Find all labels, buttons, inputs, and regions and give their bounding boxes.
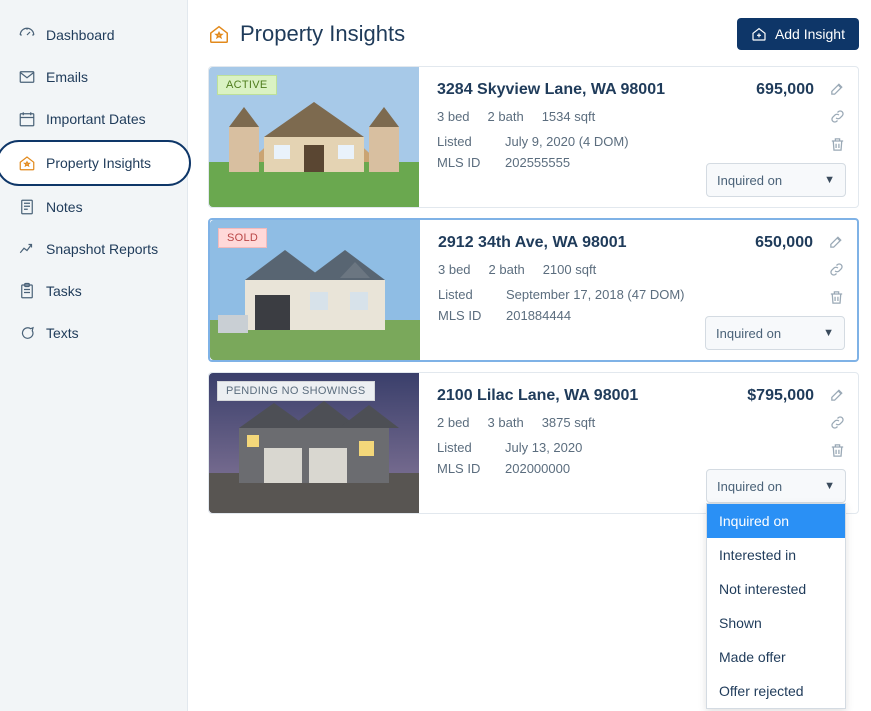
dropdown-option[interactable]: Interested in [707,538,845,572]
dropdown-option[interactable]: Not interested [707,572,845,606]
dropdown-option[interactable]: Shown [707,606,845,640]
edit-icon[interactable] [828,385,846,403]
edit-icon[interactable] [827,232,845,250]
bath-count: 3 bath [488,415,524,430]
sidebar-item-label: Important Dates [46,111,146,127]
listed-value: September 17, 2018 (47 DOM) [506,287,843,302]
sidebar: Dashboard Emails Important Dates Propert… [0,0,188,711]
property-photo: PENDING NO SHOWINGS [209,373,419,513]
bed-count: 3 bed [437,109,470,124]
page-title: Property Insights [240,21,405,47]
property-card[interactable]: PENDING NO SHOWINGS 2100 Lilac Lane, WA … [208,372,859,514]
select-value: Inquired on [717,173,782,188]
dropdown-option[interactable]: Made offer [707,640,845,674]
clipboard-icon [18,282,36,300]
house-plus-icon [751,26,767,42]
sqft: 2100 sqft [543,262,597,277]
sidebar-item-texts[interactable]: Texts [0,312,187,354]
mail-icon [18,68,36,86]
sidebar-item-important-dates[interactable]: Important Dates [0,98,187,140]
property-address: 2912 34th Ave, WA 98001 [438,234,627,252]
link-icon[interactable] [828,107,846,125]
bath-count: 2 bath [488,109,524,124]
sidebar-item-label: Tasks [46,283,82,299]
sidebar-item-label: Snapshot Reports [46,241,158,257]
listed-label: Listed [438,287,498,302]
status-select[interactable]: Inquired on ▼ [706,469,846,503]
sidebar-item-tasks[interactable]: Tasks [0,270,187,312]
sidebar-item-label: Dashboard [46,27,115,43]
sidebar-item-label: Notes [46,199,83,215]
chart-icon [18,240,36,258]
chevron-down-icon: ▼ [824,174,835,186]
status-select[interactable]: Inquired on ▼ [706,163,846,197]
dashboard-icon [18,26,36,44]
bed-count: 2 bed [437,415,470,430]
calendar-icon [18,110,36,128]
listed-label: Listed [437,134,497,149]
property-address: 2100 Lilac Lane, WA 98001 [437,387,638,405]
edit-icon[interactable] [828,79,846,97]
dropdown-option[interactable]: Inquired on [707,504,845,538]
link-icon[interactable] [828,413,846,431]
listed-value: July 13, 2020 [505,440,844,455]
header: Property Insights Add Insight [208,18,859,50]
status-dropdown[interactable]: Inquired on Interested in Not interested… [706,503,846,709]
trash-icon[interactable] [828,135,846,153]
status-badge: PENDING NO SHOWINGS [217,381,375,401]
note-icon [18,198,36,216]
sidebar-item-notes[interactable]: Notes [0,186,187,228]
sqft: 1534 sqft [542,109,596,124]
trash-icon[interactable] [828,441,846,459]
chevron-down-icon: ▼ [824,480,835,492]
mls-label: MLS ID [437,155,497,170]
sidebar-item-property-insights[interactable]: Property Insights [0,140,191,186]
chevron-down-icon: ▼ [823,327,834,339]
property-photo: SOLD [210,220,420,360]
sidebar-item-dashboard[interactable]: Dashboard [0,14,187,56]
property-card[interactable]: ACTIVE 3284 Skyview Lane, WA 98001 695,0… [208,66,859,208]
house-star-icon [18,154,36,172]
bed-count: 3 bed [438,262,471,277]
add-insight-label: Add Insight [775,26,845,42]
property-card[interactable]: SOLD 2912 34th Ave, WA 98001 650,000 3 b… [208,218,859,362]
listed-label: Listed [437,440,497,455]
trash-icon[interactable] [827,288,845,306]
select-value: Inquired on [716,326,781,341]
status-badge: SOLD [218,228,267,248]
add-insight-button[interactable]: Add Insight [737,18,859,50]
link-icon[interactable] [827,260,845,278]
sidebar-item-emails[interactable]: Emails [0,56,187,98]
status-badge: ACTIVE [217,75,277,95]
house-star-icon [208,23,230,45]
sidebar-item-snapshot-reports[interactable]: Snapshot Reports [0,228,187,270]
chat-icon [18,324,36,342]
listed-value: July 9, 2020 (4 DOM) [505,134,844,149]
dropdown-option[interactable]: Offer rejected [707,674,845,708]
property-address: 3284 Skyview Lane, WA 98001 [437,81,665,99]
mls-label: MLS ID [438,308,498,323]
sqft: 3875 sqft [542,415,596,430]
property-photo: ACTIVE [209,67,419,207]
mls-label: MLS ID [437,461,497,476]
sidebar-item-label: Texts [46,325,79,341]
sidebar-item-label: Emails [46,69,88,85]
bath-count: 2 bath [489,262,525,277]
select-value: Inquired on [717,479,782,494]
main-content: Property Insights Add Insight [188,0,871,711]
sidebar-item-label: Property Insights [46,155,151,171]
status-select[interactable]: Inquired on ▼ [705,316,845,350]
